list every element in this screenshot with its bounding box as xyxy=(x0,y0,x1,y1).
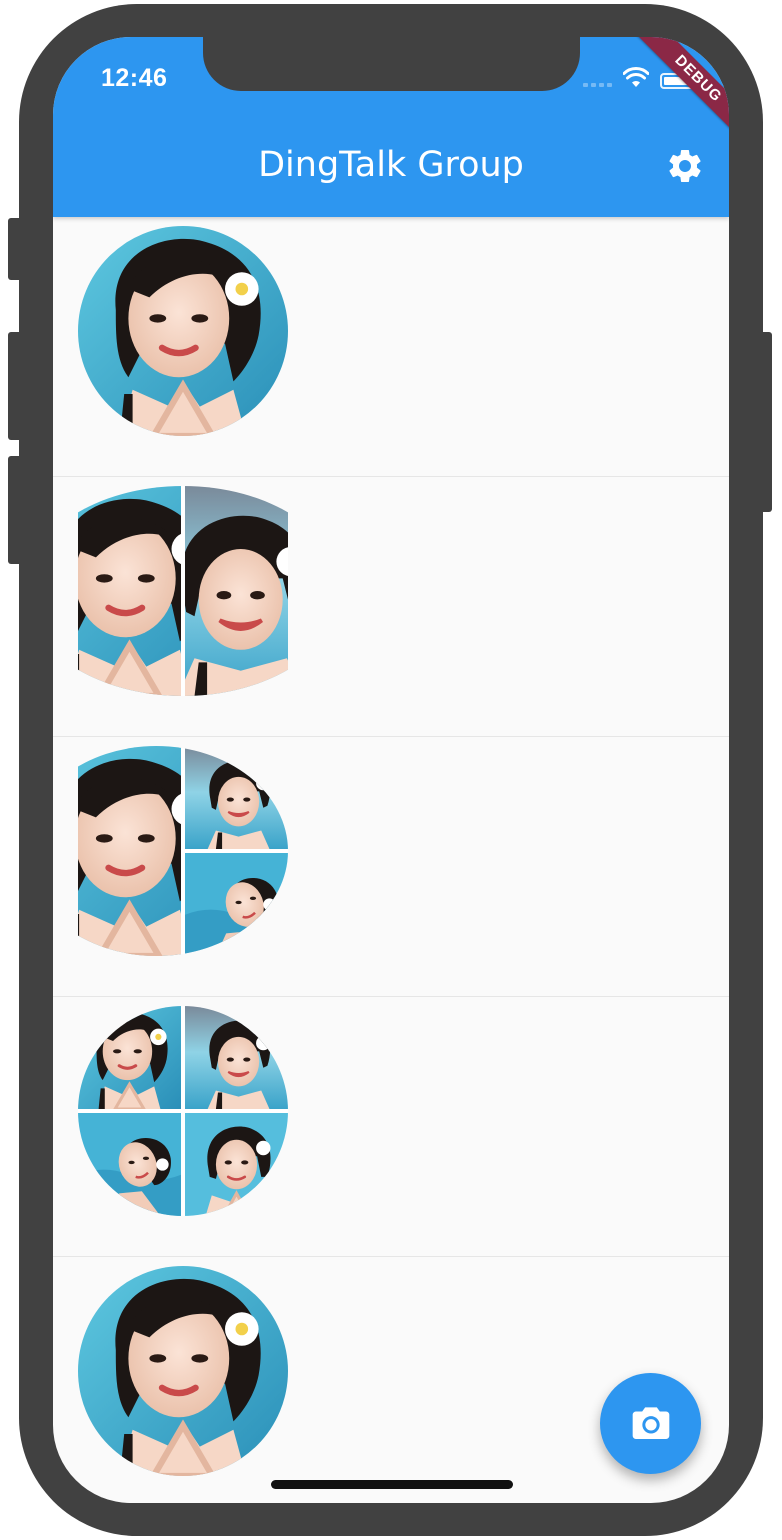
group-avatar-4-photos[interactable] xyxy=(78,1006,288,1216)
camera-icon xyxy=(632,1407,670,1439)
status-time: 12:46 xyxy=(101,64,168,92)
group-avatar-1-photo[interactable] xyxy=(78,226,288,436)
app-bar: 12:46 DEBUG DingTalk Group xyxy=(53,37,729,217)
home-indicator xyxy=(271,1480,513,1489)
camera-button[interactable] xyxy=(600,1373,701,1474)
list-item[interactable] xyxy=(53,217,729,477)
group-avatar-1-photo[interactable] xyxy=(78,1266,288,1476)
signal-icon xyxy=(583,83,612,87)
list-item[interactable] xyxy=(53,997,729,1257)
group-avatar-3-photos[interactable] xyxy=(78,746,288,956)
notch xyxy=(203,37,580,91)
phone-screen: 12:46 DEBUG DingTalk Group xyxy=(53,37,729,1503)
group-list xyxy=(53,217,729,1503)
debug-banner: DEBUG xyxy=(629,37,729,148)
page-title: DingTalk Group xyxy=(258,145,524,185)
wifi-icon xyxy=(623,67,649,87)
group-avatar-2-photos[interactable] xyxy=(78,486,288,696)
list-item[interactable] xyxy=(53,477,729,737)
gear-icon[interactable] xyxy=(665,146,705,186)
list-item[interactable] xyxy=(53,737,729,997)
